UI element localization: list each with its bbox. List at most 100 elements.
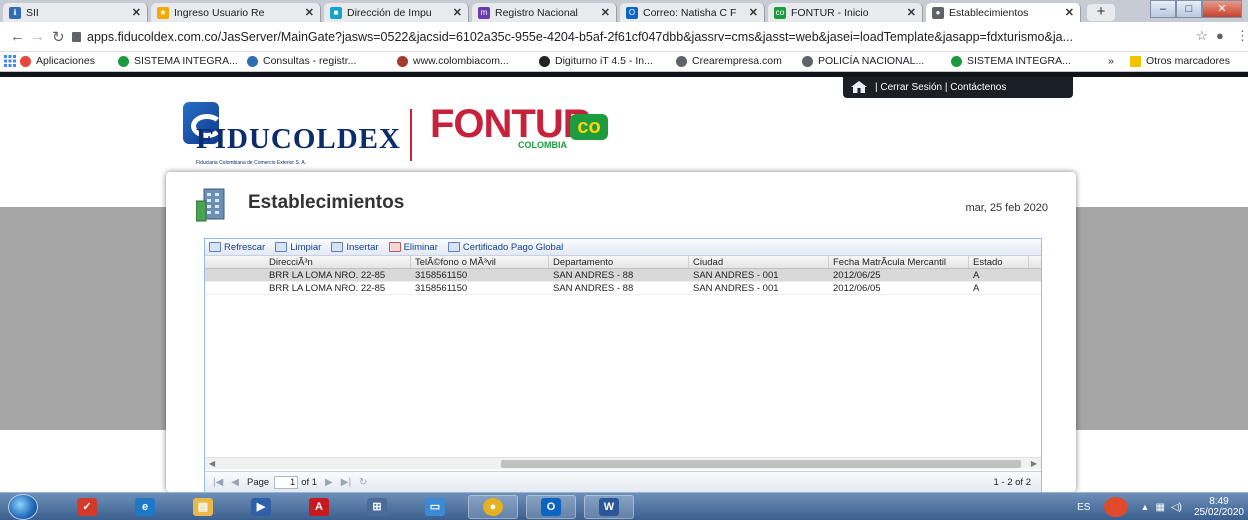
refresh-grid-icon[interactable]: ↻ (359, 477, 367, 488)
menu-icon[interactable]: ⋮ (1236, 28, 1248, 44)
next-page-icon[interactable]: ▶ (325, 477, 333, 488)
bookmark-item[interactable]: Digiturno iT 4.5 - In... (539, 55, 653, 67)
bookmark-item[interactable]: SISTEMA INTEGRA... (118, 55, 238, 67)
bookmark-star-icon[interactable]: ☆ (1196, 28, 1208, 44)
table-row[interactable]: BRR LA LOMA NRO. 22-85 3158561150 SAN ANDR… (205, 282, 1041, 295)
tab-close-icon[interactable]: ✕ (601, 6, 610, 19)
other-bookmarks-label: Otros marcadores (1146, 55, 1231, 67)
logout-contact-links[interactable]: | Cerrar Sesión | Contáctenos (875, 82, 1006, 93)
tab-close-icon[interactable]: ✕ (305, 6, 314, 19)
insert-button[interactable]: Insertar (331, 242, 379, 253)
bookmark-item[interactable]: Crearempresa.com (676, 55, 782, 67)
logo-divider (410, 109, 412, 161)
bookmark-favicon-icon (951, 55, 962, 67)
horizontal-scrollbar[interactable]: ◀ ▶ (205, 457, 1041, 469)
home-icon[interactable] (851, 81, 867, 93)
column-header[interactable]: Fecha MatrÃ­cula Mercantil (829, 256, 969, 268)
reload-icon[interactable]: ↻ (52, 28, 65, 46)
record-count: 1 - 2 of 2 (993, 477, 1032, 488)
browser-tab[interactable]: ■ Dirección de Impu ✕ (324, 3, 469, 22)
column-header[interactable]: TelÃ©fono o MÃ³vil (411, 256, 549, 268)
more-bookmarks-button[interactable]: » (1108, 55, 1114, 67)
volume-icon[interactable]: ◁) (1171, 502, 1182, 513)
certificate-button[interactable]: Certificado Pago Global (447, 242, 563, 253)
bookmark-item[interactable]: POLICÍA NACIONAL... (802, 55, 924, 67)
clear-label: Limpiar (290, 241, 322, 253)
system-tray: ES ▴ ▦ ◁) 8:49 25/02/2020 (1077, 493, 1244, 520)
taskbar-app-media[interactable]: ▶ (236, 495, 286, 519)
browser-tab[interactable]: O Correo: Natisha C F ✕ (620, 3, 765, 22)
prev-page-icon[interactable]: ◀ (231, 477, 239, 488)
column-header[interactable]: Ciudad (689, 256, 829, 268)
taskbar-app-acrobat[interactable]: A (294, 495, 344, 519)
url-field[interactable]: apps.fiducoldex.com.co/JasServer/MainGat… (72, 27, 1192, 47)
clock[interactable]: 8:49 25/02/2020 (1194, 496, 1244, 518)
last-page-icon[interactable]: ▶| (341, 477, 351, 488)
browser-tab[interactable]: m Registro Nacional ✕ (472, 3, 617, 22)
scroll-right-icon[interactable]: ▶ (1031, 458, 1037, 470)
bookmark-label: Consultas - registr... (263, 55, 357, 67)
minimize-button[interactable]: – (1150, 0, 1176, 18)
certificate-icon (447, 242, 460, 252)
network-tray-icon[interactable]: ▦ (1155, 502, 1164, 513)
back-icon[interactable]: ← (10, 28, 25, 45)
profile-icon[interactable]: ● (1216, 28, 1224, 43)
tab-title: Ingreso Usuario Re (174, 6, 265, 19)
browser-tab[interactable]: ● Establecimientos ✕ (926, 3, 1081, 22)
tab-close-icon[interactable]: ✕ (1065, 6, 1074, 19)
taskbar-app-explorer[interactable]: ▤ (178, 495, 228, 519)
browser-tab[interactable]: co FONTUR - Inicio ✕ (768, 3, 923, 22)
url-text: apps.fiducoldex.com.co/JasServer/MainGat… (87, 30, 1073, 44)
bookmark-item[interactable]: Consultas - registr... (247, 55, 356, 67)
taskbar-app-network[interactable]: ⊞ (352, 495, 402, 519)
new-tab-button[interactable]: + (1087, 4, 1115, 21)
taskbar-app-chrome[interactable]: ● (468, 495, 518, 519)
tab-close-icon[interactable]: ✕ (749, 6, 758, 19)
tab-close-icon[interactable]: ✕ (132, 6, 141, 19)
maximize-button[interactable]: □ (1176, 0, 1202, 18)
taskbar-app-ie[interactable]: e (120, 495, 170, 519)
start-button[interactable] (8, 494, 38, 520)
fiducoldex-wordmark: FIDUCOLDEX (196, 123, 401, 155)
column-header[interactable]: Departamento (549, 256, 689, 268)
other-bookmarks-folder[interactable]: Otros marcadores (1130, 55, 1230, 67)
clear-icon (275, 242, 288, 252)
bookmark-item[interactable]: www.colombiacom... (397, 55, 509, 67)
taskbar-app-desktop[interactable]: ▭ (410, 495, 460, 519)
clear-button[interactable]: Limpiar (275, 242, 321, 253)
scroll-left-icon[interactable]: ◀ (209, 458, 215, 470)
scrollbar-thumb[interactable] (501, 460, 1021, 468)
table-cell: SAN ANDRES - 88 (553, 283, 634, 294)
taskbar-app-word[interactable]: W (584, 495, 634, 519)
language-indicator[interactable]: ES (1077, 502, 1090, 513)
taskbar-app-outlook[interactable]: O (526, 495, 576, 519)
file-explorer-icon: ▤ (193, 498, 213, 516)
column-header[interactable]: DirecciÃ³n (265, 256, 411, 268)
refresh-button[interactable]: Refrescar (209, 242, 265, 253)
antivirus-icon[interactable] (1104, 497, 1129, 517)
bookmark-favicon-icon (539, 55, 550, 67)
page-number-input[interactable]: 1 (274, 476, 299, 489)
chrome-icon: ● (483, 498, 503, 516)
show-hidden-icons[interactable]: ▴ (1142, 502, 1147, 513)
browser-tab[interactable]: ℹ SII ✕ (3, 3, 148, 22)
acrobat-icon: A (309, 498, 329, 516)
bookmark-item[interactable]: SISTEMA INTEGRA... (951, 55, 1071, 67)
tab-title: Dirección de Impu (347, 6, 432, 19)
first-page-icon[interactable]: |◀ (213, 477, 223, 488)
column-header[interactable]: Estado (969, 256, 1029, 268)
tab-close-icon[interactable]: ✕ (453, 6, 462, 19)
forward-icon[interactable]: → (30, 28, 45, 45)
delete-button[interactable]: Eliminar (388, 242, 438, 253)
tab-favicon-icon: co (774, 6, 786, 19)
tab-favicon-icon: ★ (157, 6, 169, 19)
tab-close-icon[interactable]: ✕ (907, 6, 916, 19)
browser-tab[interactable]: ★ Ingreso Usuario Re ✕ (151, 3, 321, 22)
bookmark-item[interactable]: Aplicaciones (20, 55, 95, 67)
table-row[interactable]: BRR LA LOMA NRO. 22-85 3158561150 SAN ANDR… (205, 269, 1041, 282)
apps-grid-icon[interactable] (4, 55, 16, 67)
taskbar-app-snipping[interactable]: ✓ (62, 495, 112, 519)
close-window-button[interactable]: ✕ (1202, 0, 1242, 18)
tab-favicon-icon: ● (932, 6, 944, 19)
table-cell: A (973, 270, 980, 281)
